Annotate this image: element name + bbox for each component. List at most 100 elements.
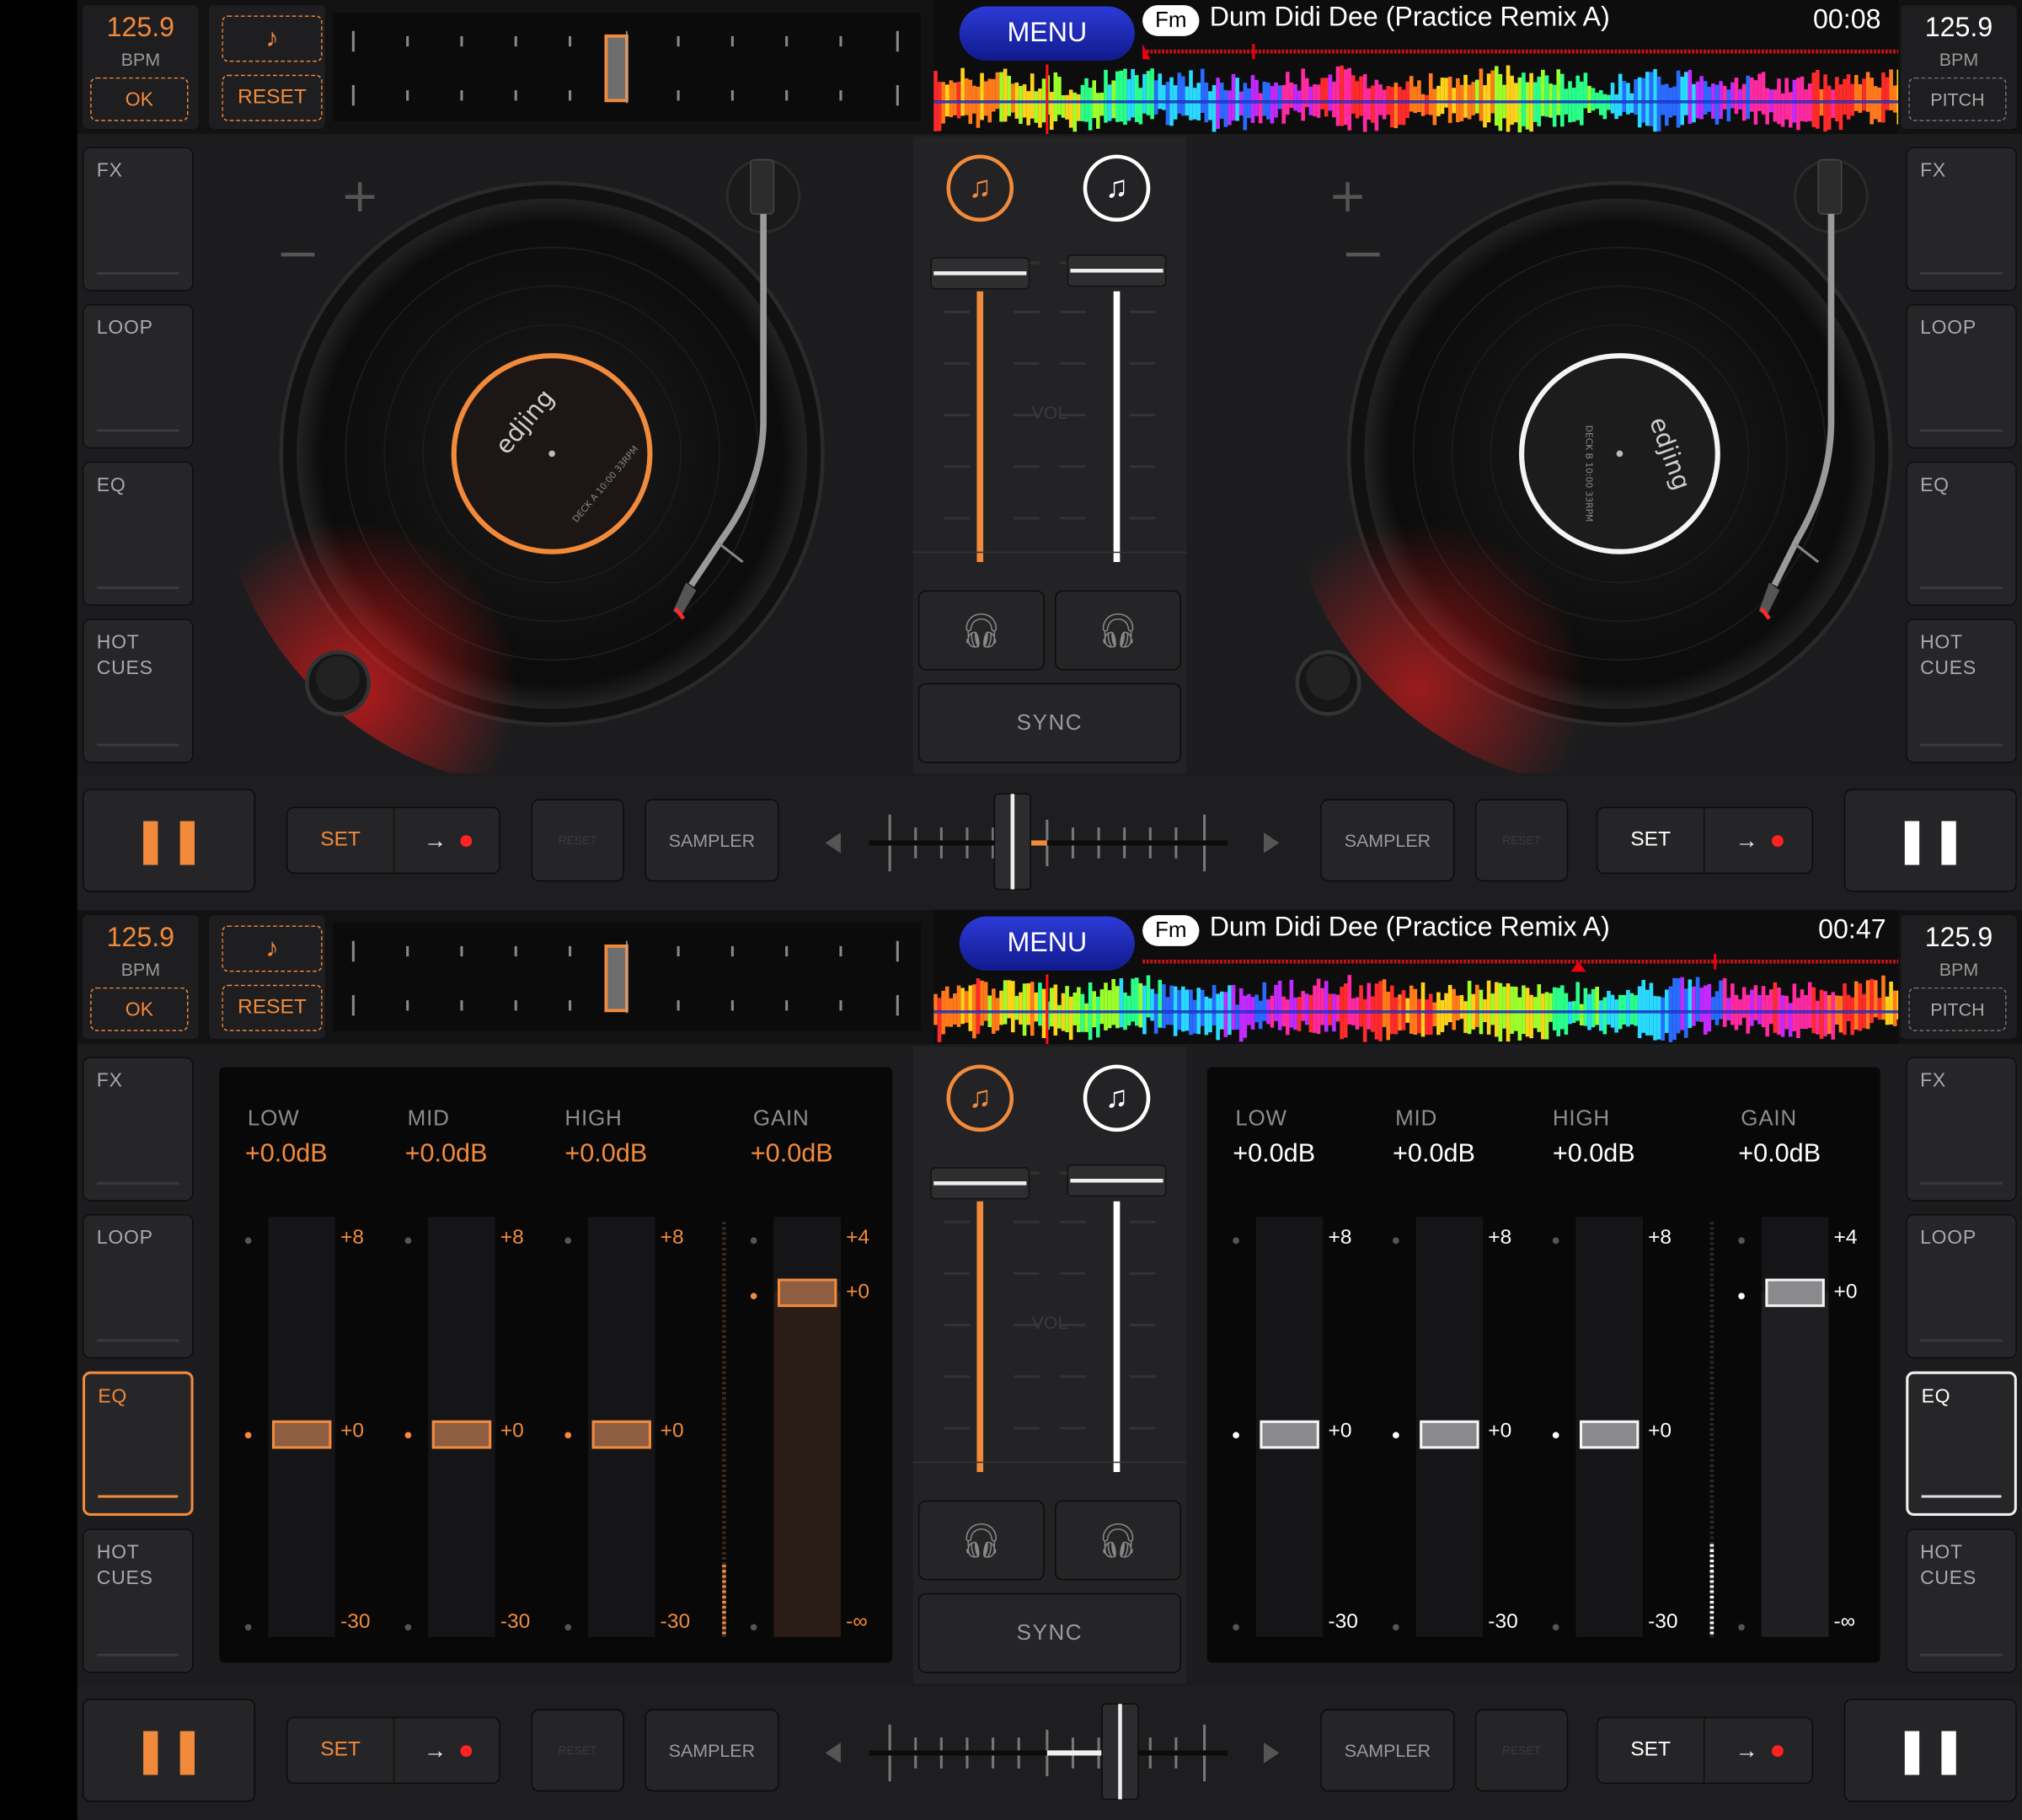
pitch-slider[interactable] xyxy=(332,13,921,121)
crossfader[interactable] xyxy=(820,791,1284,894)
bpm-ok-button[interactable]: OK xyxy=(90,77,189,121)
waveform-bar xyxy=(1823,991,1827,1011)
waveform-bar xyxy=(1243,103,1248,131)
sampler-button[interactable]: SAMPLER xyxy=(645,1709,779,1792)
headphone-cue-a-button[interactable]: 🎧︎ xyxy=(917,590,1045,671)
eq-low-thumb[interactable] xyxy=(271,1420,332,1449)
eq-button[interactable]: EQ xyxy=(1906,461,2017,606)
set-cue-button[interactable]: SET xyxy=(287,808,395,873)
set-cue-button[interactable]: SET xyxy=(287,1718,395,1783)
waveform-bar xyxy=(1389,103,1394,128)
sampler-button[interactable]: SAMPLER xyxy=(1320,799,1455,882)
headphone-cue-a-button[interactable]: 🎧︎ xyxy=(917,1500,1045,1581)
eq-button[interactable]: EQ xyxy=(82,461,194,606)
sampler-button[interactable]: SAMPLER xyxy=(645,799,779,882)
eq-button[interactable]: EQ xyxy=(1906,1371,2017,1516)
play-pause-b-button[interactable]: ❚❚ xyxy=(1843,789,2017,892)
play-pause-b-button[interactable]: ❚❚ xyxy=(1843,1699,2017,1802)
eq-low-thumb[interactable] xyxy=(1260,1420,1319,1449)
load-track-b-button[interactable]: ♫ xyxy=(1083,154,1151,222)
waveform-bar xyxy=(1726,103,1731,121)
bpm-ok-button[interactable]: OK xyxy=(90,987,189,1031)
play-pause-a-button[interactable]: ❚❚ xyxy=(82,1699,256,1802)
loop-button[interactable]: LOOP xyxy=(1906,304,2017,449)
waveform-bar xyxy=(1092,991,1097,1011)
set-cue-button[interactable]: SET xyxy=(1597,808,1705,873)
reset-button[interactable]: RESET xyxy=(531,799,624,882)
reset-button[interactable]: RESET xyxy=(1475,1709,1569,1792)
cue-group-a: SET → xyxy=(286,806,500,875)
waveform-bar xyxy=(964,78,969,101)
pitch-slider[interactable] xyxy=(332,923,921,1031)
waveform-bar xyxy=(1541,1013,1545,1040)
play-pause-a-button[interactable]: ❚❚ xyxy=(82,789,256,892)
waveform-bar xyxy=(1447,76,1452,101)
cue-jump-button[interactable]: → xyxy=(396,808,499,872)
waveform-bar xyxy=(980,103,984,120)
menu-button[interactable]: MENU xyxy=(959,6,1135,61)
waveform[interactable] xyxy=(933,974,1899,1045)
set-cue-button[interactable]: SET xyxy=(1597,1718,1705,1783)
waveform-bar xyxy=(1452,103,1457,114)
sampler-button[interactable]: SAMPLER xyxy=(1320,1709,1455,1792)
fx-button[interactable]: FX xyxy=(82,1057,194,1202)
reset-button[interactable]: RESET xyxy=(531,1709,624,1792)
waveform-bar xyxy=(1544,103,1549,117)
waveform-bar xyxy=(1398,103,1402,126)
eq-high-thumb[interactable] xyxy=(1579,1420,1640,1449)
eq-high-thumb[interactable] xyxy=(591,1420,651,1449)
gain-thumb[interactable] xyxy=(1765,1278,1825,1308)
key-lock-button[interactable]: ♪ xyxy=(222,15,323,62)
waveform-bar xyxy=(1393,997,1399,1011)
waveform-bar xyxy=(1057,77,1062,101)
pitch-button[interactable]: PITCH xyxy=(1908,987,2007,1031)
cue-jump-button[interactable]: → xyxy=(1706,1718,1812,1782)
waveform-bar xyxy=(1583,988,1588,1011)
waveform-bar xyxy=(1823,74,1827,101)
track-overview[interactable] xyxy=(1140,41,1899,62)
fx-button[interactable]: FX xyxy=(1906,1057,2017,1202)
waveform-bar xyxy=(1665,1013,1669,1033)
waveform[interactable] xyxy=(933,64,1899,135)
reset-button[interactable]: RESET xyxy=(1475,799,1569,882)
waveform-bar xyxy=(1571,1001,1576,1011)
waveform-bar xyxy=(1683,103,1688,115)
load-track-a-button[interactable]: ♫ xyxy=(946,1064,1014,1132)
headphone-cue-b-button[interactable]: 🎧︎ xyxy=(1055,590,1182,671)
waveform-bar xyxy=(1200,1013,1205,1026)
sync-button[interactable]: SYNC xyxy=(917,1592,1182,1673)
cue-jump-button[interactable]: → xyxy=(1706,808,1812,872)
bpm-unit: BPM xyxy=(1939,959,1979,980)
sync-button[interactable]: SYNC xyxy=(917,682,1182,763)
pitch-button[interactable]: PITCH xyxy=(1908,77,2007,121)
fx-button[interactable]: FX xyxy=(1906,147,2017,292)
key-lock-button[interactable]: ♪ xyxy=(222,925,323,972)
loop-button[interactable]: LOOP xyxy=(82,304,194,449)
waveform-bar xyxy=(1726,998,1731,1011)
loop-button[interactable]: LOOP xyxy=(82,1214,194,1359)
waveform-bar xyxy=(1420,982,1426,1011)
hot-cues-button[interactable]: HOT CUES xyxy=(1906,618,2017,763)
load-track-a-button[interactable]: ♫ xyxy=(946,154,1014,222)
cue-jump-button[interactable]: → xyxy=(396,1718,499,1782)
hot-cues-button[interactable]: HOT CUES xyxy=(1906,1528,2017,1673)
waveform-bar xyxy=(1579,103,1584,126)
crossfader[interactable] xyxy=(820,1701,1284,1804)
loop-button[interactable]: LOOP xyxy=(1906,1214,2017,1359)
pitch-reset-button[interactable]: RESET xyxy=(222,984,323,1031)
track-overview[interactable] xyxy=(1140,951,1899,972)
menu-button[interactable]: MENU xyxy=(959,916,1135,971)
load-track-b-button[interactable]: ♫ xyxy=(1083,1064,1151,1132)
eq-mid-thumb[interactable] xyxy=(1420,1420,1479,1449)
hot-cues-button[interactable]: HOT CUES xyxy=(82,1528,194,1673)
waveform-bar xyxy=(1247,1013,1251,1025)
eq-mid-thumb[interactable] xyxy=(431,1420,492,1449)
pitch-thumb xyxy=(604,34,629,103)
waveform-bar xyxy=(1038,88,1042,101)
gain-thumb[interactable] xyxy=(777,1278,837,1308)
pitch-reset-button[interactable]: RESET xyxy=(222,74,323,121)
headphone-cue-b-button[interactable]: 🎧︎ xyxy=(1055,1500,1182,1581)
fx-button[interactable]: FX xyxy=(82,147,194,292)
eq-button[interactable]: EQ xyxy=(82,1371,194,1516)
hot-cues-button[interactable]: HOT CUES xyxy=(82,618,194,763)
